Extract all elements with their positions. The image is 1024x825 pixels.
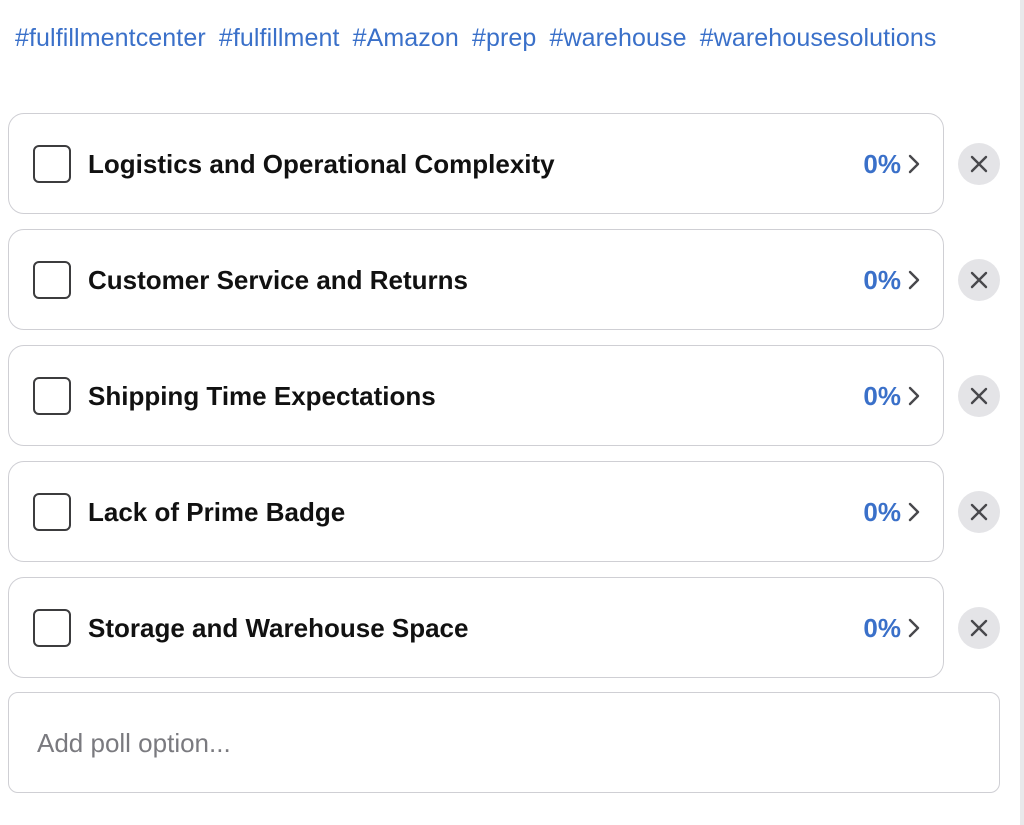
hashtag-link[interactable]: #warehouse bbox=[549, 24, 686, 52]
close-icon bbox=[970, 503, 988, 521]
poll-option-row: Shipping Time Expectations 0% bbox=[8, 345, 1008, 446]
close-icon bbox=[970, 155, 988, 173]
poll-option-label: Storage and Warehouse Space bbox=[88, 613, 469, 643]
hashtag-link[interactable]: #fulfillment bbox=[219, 24, 340, 52]
poll-option-row: Logistics and Operational Complexity 0% bbox=[8, 113, 1008, 214]
remove-option-button[interactable] bbox=[958, 259, 1000, 301]
checkbox-icon[interactable] bbox=[33, 261, 71, 299]
poll-option-label: Lack of Prime Badge bbox=[88, 497, 346, 527]
close-icon bbox=[970, 271, 988, 289]
checkbox-icon[interactable] bbox=[33, 493, 71, 531]
remove-option-button[interactable] bbox=[958, 143, 1000, 185]
hashtag-link[interactable]: #fulfillmentcenter bbox=[15, 24, 206, 52]
hashtag-line: #fulfillmentcenter #fulfillment #Amazon … bbox=[15, 24, 937, 53]
poll-option-card[interactable]: Storage and Warehouse Space 0% bbox=[8, 577, 944, 678]
add-poll-option-input[interactable] bbox=[37, 725, 937, 761]
hashtag-link[interactable]: #prep bbox=[472, 24, 536, 52]
remove-option-button[interactable] bbox=[958, 607, 1000, 649]
poll-options-list: Logistics and Operational Complexity 0% … bbox=[8, 113, 1008, 693]
chevron-right-icon[interactable] bbox=[907, 385, 921, 407]
poll-option-label: Customer Service and Returns bbox=[88, 265, 469, 295]
checkbox-icon[interactable] bbox=[33, 377, 71, 415]
scrollbar-track bbox=[1020, 0, 1024, 825]
hashtag-link[interactable]: #warehousesolutions bbox=[700, 24, 937, 52]
chevron-right-icon[interactable] bbox=[907, 501, 921, 523]
chevron-right-icon[interactable] bbox=[907, 617, 921, 639]
remove-option-button[interactable] bbox=[958, 375, 1000, 417]
add-poll-option-field[interactable] bbox=[8, 692, 1000, 793]
poll-option-card[interactable]: Shipping Time Expectations 0% bbox=[8, 345, 944, 446]
poll-editor: #fulfillmentcenter #fulfillment #Amazon … bbox=[0, 0, 1024, 825]
remove-option-button[interactable] bbox=[958, 491, 1000, 533]
poll-option-percent: 0% bbox=[863, 613, 901, 643]
checkbox-icon[interactable] bbox=[33, 145, 71, 183]
poll-option-row: Storage and Warehouse Space 0% bbox=[8, 577, 1008, 678]
close-icon bbox=[970, 387, 988, 405]
poll-option-percent: 0% bbox=[863, 381, 901, 411]
poll-option-row: Lack of Prime Badge 0% bbox=[8, 461, 1008, 562]
poll-option-label: Logistics and Operational Complexity bbox=[88, 149, 555, 179]
poll-option-row: Customer Service and Returns 0% bbox=[8, 229, 1008, 330]
poll-option-card[interactable]: Logistics and Operational Complexity 0% bbox=[8, 113, 944, 214]
close-icon bbox=[970, 619, 988, 637]
poll-option-percent: 0% bbox=[863, 149, 901, 179]
chevron-right-icon[interactable] bbox=[907, 153, 921, 175]
poll-option-card[interactable]: Lack of Prime Badge 0% bbox=[8, 461, 944, 562]
poll-option-percent: 0% bbox=[863, 265, 901, 295]
hashtag-link[interactable]: #Amazon bbox=[353, 24, 459, 52]
poll-option-label: Shipping Time Expectations bbox=[88, 381, 436, 411]
poll-option-percent: 0% bbox=[863, 497, 901, 527]
checkbox-icon[interactable] bbox=[33, 609, 71, 647]
poll-option-card[interactable]: Customer Service and Returns 0% bbox=[8, 229, 944, 330]
chevron-right-icon[interactable] bbox=[907, 269, 921, 291]
